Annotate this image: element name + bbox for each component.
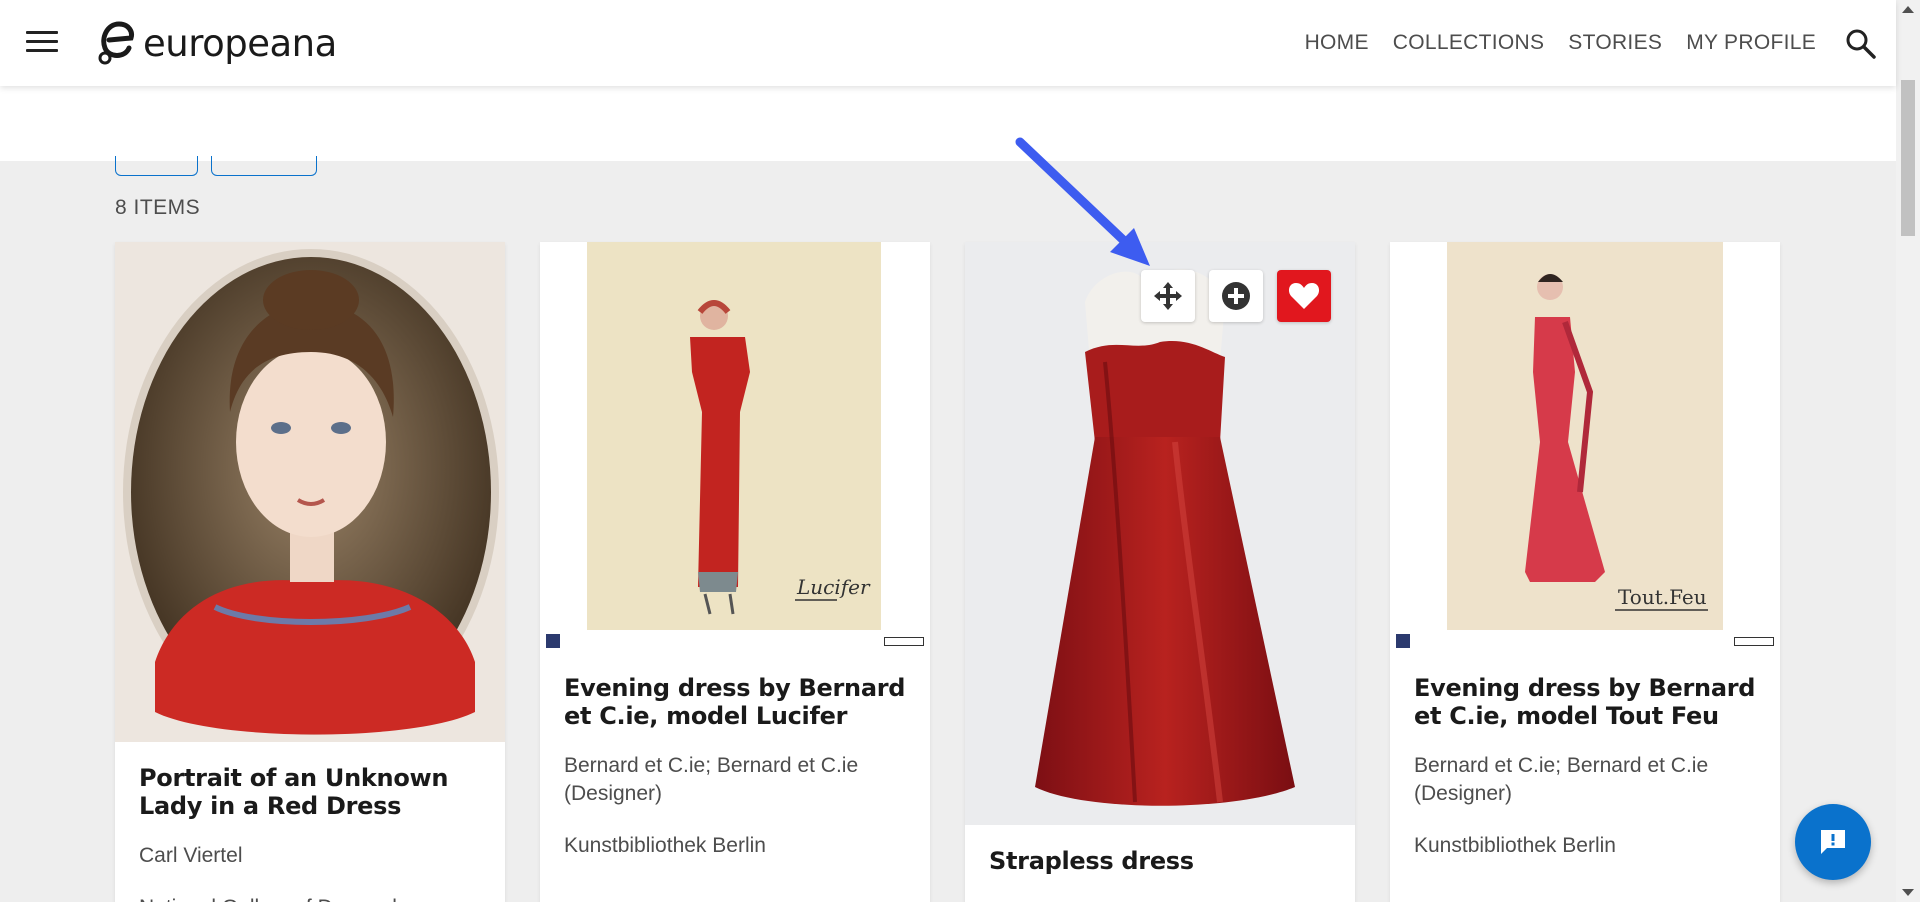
move-button[interactable] [1141,270,1195,322]
scroll-down-arrow-icon[interactable] [1902,889,1914,896]
menu-button[interactable] [26,31,58,55]
card-image[interactable] [115,242,505,742]
card-creator: Carl Viertel [139,844,243,867]
nav-my-profile[interactable]: MY PROFILE [1686,31,1816,55]
fashion-sketch-image: Tout.Feu [1390,242,1780,652]
card-actions [1141,270,1331,322]
scroll-thumb[interactable] [1901,80,1915,236]
result-card[interactable]: Lucifer Evening dress by Bernard et C.ie… [540,242,930,902]
fashion-sketch-image: Lucifer [540,242,930,652]
card-title[interactable]: Portrait of an Unknown Lady in a Red Dre… [139,764,481,820]
card-provider: National Gallery of Denmark [139,894,481,902]
portrait-image [115,242,505,742]
logo-text: europeana [143,21,337,65]
nav-stories[interactable]: STORIES [1568,31,1662,55]
site-header: europeana HOME COLLECTIONS STORIES MY PR… [0,0,1896,86]
card-title[interactable]: Strapless dress [989,847,1331,875]
results-count: 8 ITEMS [115,196,201,219]
filter-area [0,86,1896,176]
filter-chip[interactable] [211,156,317,176]
europeana-logo[interactable]: europeana [95,18,337,68]
card-image[interactable]: Lucifer [540,242,930,652]
menu-bar [26,40,58,43]
nav-home[interactable]: HOME [1305,31,1369,55]
result-card[interactable]: Portrait of an Unknown Lady in a Red Dre… [115,242,505,902]
menu-bar [26,31,58,34]
plus-circle-icon [1222,282,1250,310]
sketch-caption: Tout.Feu [1618,585,1707,609]
result-card[interactable]: Strapless dress [965,242,1355,902]
image-credit [540,630,930,652]
card-title[interactable]: Evening dress by Bernard et C.ie, model … [564,674,906,730]
sketch-caption: Lucifer [796,575,871,599]
card-title[interactable]: Evening dress by Bernard et C.ie, model … [1414,674,1756,730]
page-scrollbar[interactable] [1896,0,1920,902]
card-creator: Bernard et C.ie; Bernard et C.ie (Design… [564,754,859,805]
museum-logo-icon [1396,634,1410,648]
card-image[interactable] [965,242,1355,825]
card-creator: Bernard et C.ie; Bernard et C.ie (Design… [1414,754,1709,805]
nav-collections[interactable]: COLLECTIONS [1393,31,1545,55]
heart-icon [1288,283,1320,309]
move-arrows-icon [1154,282,1182,310]
license-badge-icon [1734,636,1774,646]
menu-bar [26,49,58,52]
add-to-gallery-button[interactable] [1209,270,1263,322]
image-credit [1390,630,1780,652]
museum-logo-icon [546,634,560,648]
dress-photo [965,242,1355,825]
feedback-button[interactable] [1795,804,1871,880]
card-image[interactable]: Tout.Feu [1390,242,1780,652]
card-provider: Kunstbibliothek Berlin [564,834,766,857]
europeana-logo-icon [98,21,134,65]
result-card[interactable]: Tout.Feu Evening dress by Bernard et C.i… [1390,242,1780,902]
card-provider: Kunstbibliothek Berlin [1414,834,1616,857]
search-button[interactable] [1844,27,1878,61]
like-button[interactable] [1277,270,1331,322]
search-icon [1846,29,1876,59]
license-badge-icon [884,636,924,646]
chat-bubble-icon [1821,830,1845,854]
filter-chip[interactable] [115,156,198,176]
scroll-up-arrow-icon[interactable] [1902,6,1914,13]
main-nav: HOME COLLECTIONS STORIES MY PROFILE [1305,0,1816,86]
